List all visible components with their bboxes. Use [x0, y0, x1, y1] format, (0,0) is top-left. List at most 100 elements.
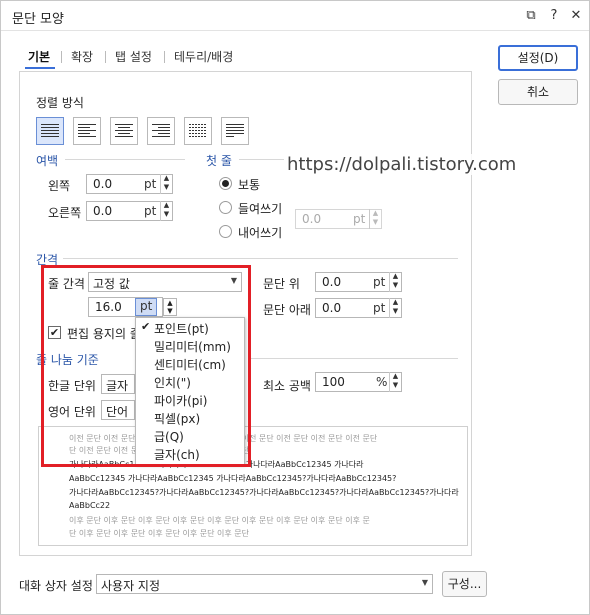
preview-line: 이후 문단 이후 문단 이후 문단 이후 문단 이후 문단 이후 문단 이후 문… — [69, 516, 370, 525]
space-below-unit: pt — [373, 301, 386, 315]
line-break-section-label: 줄 나눔 기준 — [36, 353, 99, 367]
space-below-value: 0.0 — [322, 301, 342, 315]
alignment-label: 정렬 방식 — [36, 96, 84, 110]
tab-border-background[interactable]: 테두리/배경 — [174, 48, 233, 65]
dialog-setting-select[interactable]: 사용자 지정 ▼ — [96, 574, 433, 594]
space-above-unit: pt — [373, 275, 386, 289]
preview-line: 단 이후 문단 이후 문단 이후 문단 이후 문단 이후 문단 — [69, 529, 249, 538]
english-unit-value: 단어 — [106, 405, 129, 419]
line-spacing-unit-dropdown[interactable]: pt — [135, 298, 158, 316]
cancel-button[interactable]: 취소 — [498, 79, 578, 105]
space-above-field[interactable]: 0.0 pt ▲ ▼ — [315, 272, 402, 292]
align-distribute-button[interactable] — [184, 117, 212, 145]
right-margin-unit: pt — [144, 204, 157, 218]
line-spacing-label: 줄 간격 — [48, 277, 85, 291]
align-split-button[interactable] — [221, 117, 249, 145]
unit-option-pt[interactable]: ✔ 포인트(pt) — [136, 319, 244, 337]
first-line-stepper[interactable]: ▲ ▼ — [369, 209, 381, 229]
korean-unit-value: 글자 — [106, 379, 129, 393]
unit-option-mm[interactable]: 밀리미터(mm) — [136, 337, 244, 355]
unit-option-ch[interactable]: 글자(ch) — [136, 445, 244, 463]
unit-option-px[interactable]: 픽셀(px) — [136, 409, 244, 427]
first-line-indent-label: 들여쓰기 — [238, 202, 283, 216]
unit-option-inch[interactable]: 인치(") — [136, 373, 244, 391]
ok-button[interactable]: 설정(D) — [498, 45, 578, 71]
grid-snap-checkbox[interactable]: ✔ — [48, 326, 61, 339]
blog-watermark: https://dolpali.tistory.com — [285, 154, 519, 175]
unit-option-label: 포인트(pt) — [154, 322, 209, 336]
korean-unit-select[interactable]: 글자 — [101, 374, 135, 394]
help-icon[interactable]: ? — [545, 7, 563, 25]
preview-line: 단 이전 문단 이전 문단 이전 문단 이전 문단 이전 문단 — [69, 446, 249, 455]
pin-icon[interactable]: ⧉ — [522, 7, 540, 25]
unit-option-cm[interactable]: 센티미터(cm) — [136, 355, 244, 373]
left-margin-stepper[interactable]: ▲ ▼ — [160, 174, 172, 194]
line-spacing-value: 16.0 — [95, 300, 122, 314]
space-above-stepper[interactable]: ▲ ▼ — [389, 272, 401, 292]
line-spacing-stepper[interactable]: ▲ ▼ — [163, 298, 177, 316]
unit-option-pica[interactable]: 파이카(pi) — [136, 391, 244, 409]
unit-option-label: 픽셀(px) — [154, 412, 201, 426]
preview-line: 가나다라AaBbCc12345?가나다라AaBbCc12345?가나다라AaBb… — [69, 488, 459, 497]
right-margin-stepper[interactable]: ▲ ▼ — [160, 201, 172, 221]
align-right-icon — [152, 124, 170, 137]
first-line-value-field[interactable]: 0.0 pt ▲ ▼ — [295, 209, 382, 229]
align-center-icon — [115, 124, 133, 137]
align-distribute-icon — [189, 124, 207, 137]
divider — [251, 358, 458, 359]
unit-option-label: 급(Q) — [154, 430, 184, 444]
dialog-setting-value: 사용자 지정 — [101, 579, 161, 593]
korean-unit-label: 한글 단위 — [48, 379, 96, 393]
config-button[interactable]: 구성... — [442, 571, 487, 597]
preview-line: AaBbCc12345 가나다라AaBbCc12345 가나다라AaBbCc12… — [69, 474, 397, 483]
space-above-value: 0.0 — [322, 275, 342, 289]
close-icon[interactable]: ✕ — [567, 7, 585, 25]
tab-separator — [61, 51, 62, 63]
first-line-section-label: 첫 줄 — [206, 154, 232, 168]
right-margin-label: 오른쪽 — [48, 206, 82, 220]
first-line-unit: pt — [353, 212, 366, 226]
spacing-section-label: 간격 — [36, 253, 59, 267]
space-below-stepper[interactable]: ▲ ▼ — [389, 298, 401, 318]
first-line-hanging-label: 내어쓰기 — [238, 226, 283, 240]
min-space-field[interactable]: 100 % ▲ ▼ — [315, 372, 402, 392]
preview-line: 가나다라AaBbCc12345 가나다라AaBbCc12345 가나다라AaBb… — [69, 460, 364, 469]
min-space-stepper[interactable]: ▲ ▼ — [389, 372, 401, 392]
align-center-button[interactable] — [110, 117, 138, 145]
tab-separator — [105, 51, 106, 63]
line-spacing-value-field[interactable]: 16.0 pt — [88, 297, 163, 317]
align-left-button[interactable] — [73, 117, 101, 145]
space-below-field[interactable]: 0.0 pt ▲ ▼ — [315, 298, 402, 318]
line-spacing-type-value: 고정 값 — [93, 277, 130, 291]
margin-section-label: 여백 — [36, 154, 59, 168]
preview-line: 이전 문단 이전 문단 이전 문단 이전 문단 이전 문단 이전 문단 이전 문… — [69, 434, 378, 443]
paragraph-preview: 이전 문단 이전 문단 이전 문단 이전 문단 이전 문단 이전 문단 이전 문… — [38, 426, 468, 546]
line-spacing-type-select[interactable]: 고정 값 ▼ — [88, 272, 242, 292]
unit-option-q[interactable]: 급(Q) — [136, 427, 244, 445]
title-bar: 문단 모양 ⧉ ? ✕ — [1, 1, 589, 31]
left-margin-unit: pt — [144, 177, 157, 191]
left-margin-field[interactable]: 0.0 pt ▲ ▼ — [86, 174, 173, 194]
divider — [63, 258, 458, 259]
tab-tab-settings[interactable]: 탭 설정 — [115, 48, 152, 65]
english-unit-select[interactable]: 단어 — [101, 400, 135, 420]
align-justify-button[interactable] — [36, 117, 64, 145]
left-margin-label: 왼쪽 — [48, 179, 71, 193]
preview-line: AaBbCc22 — [69, 501, 111, 510]
min-space-label: 최소 공백 — [263, 379, 311, 393]
space-below-label: 문단 아래 — [263, 303, 311, 317]
first-line-normal-radio[interactable] — [219, 177, 232, 190]
first-line-indent-radio[interactable] — [219, 201, 232, 214]
checkmark-icon: ✔ — [141, 320, 151, 333]
tab-basic[interactable]: 기본 — [28, 48, 50, 65]
chevron-down-icon: ▼ — [230, 276, 237, 285]
unit-option-label: 밀리미터(mm) — [154, 340, 231, 354]
first-line-hanging-radio[interactable] — [219, 225, 232, 238]
unit-dropdown-menu: ✔ 포인트(pt) 밀리미터(mm) 센티미터(cm) 인치(") 파이카(pi… — [135, 317, 245, 465]
align-right-button[interactable] — [147, 117, 175, 145]
first-line-normal-label: 보통 — [238, 178, 261, 192]
right-margin-field[interactable]: 0.0 pt ▲ ▼ — [86, 201, 173, 221]
tab-extended[interactable]: 확장 — [71, 48, 93, 65]
divider — [239, 159, 284, 160]
align-left-icon — [78, 124, 96, 137]
